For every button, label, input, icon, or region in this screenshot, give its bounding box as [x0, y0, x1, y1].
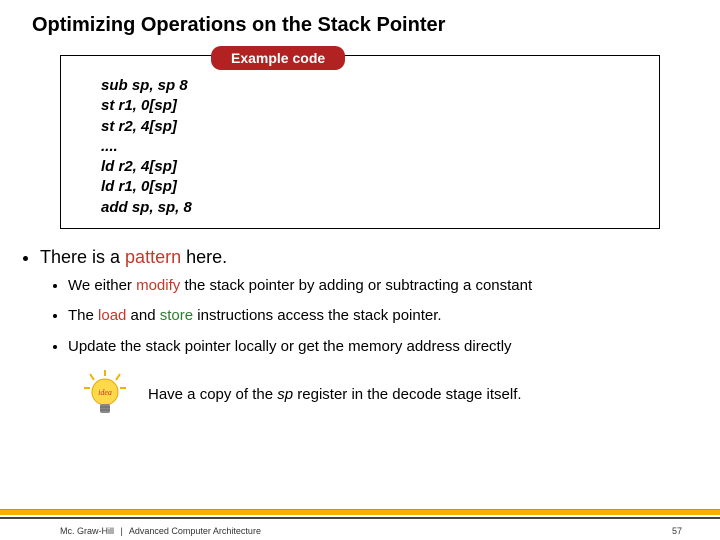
- text: We either: [68, 277, 136, 294]
- text: The: [68, 307, 98, 324]
- highlight-load: load: [98, 307, 126, 324]
- example-code-box: Example code sub sp, sp 8 st r1, 0[sp] s…: [60, 55, 660, 229]
- bullet-list: There is a pattern here. We either modif…: [30, 247, 720, 357]
- text: instructions access the stack pointer.: [193, 307, 441, 324]
- lightbulb-idea-icon: idea: [80, 370, 130, 418]
- footer-divider: [0, 517, 720, 519]
- svg-text:idea: idea: [98, 388, 112, 397]
- highlight-modify: modify: [136, 277, 180, 294]
- text: Have a copy of the: [148, 386, 277, 403]
- idea-row: idea Have a copy of the sp register in t…: [80, 370, 720, 418]
- publisher: Mc. Graw-Hill: [60, 526, 114, 536]
- text: the stack pointer by adding or subtracti…: [180, 277, 532, 294]
- example-code-label: Example code: [211, 46, 345, 70]
- footer-text: Mc. Graw-Hill | Advanced Computer Archit…: [60, 526, 261, 536]
- page-number: 57: [672, 526, 682, 536]
- book-title: Advanced Computer Architecture: [129, 526, 261, 536]
- separator: |: [121, 526, 123, 536]
- sub-bullet-1: We either modify the stack pointer by ad…: [68, 276, 720, 296]
- text: There is a: [40, 247, 125, 267]
- main-bullet: There is a pattern here. We either modif…: [40, 247, 720, 357]
- sub-bullet-3: Update the stack pointer locally or get …: [68, 337, 720, 357]
- text: here.: [181, 247, 227, 267]
- sub-bullet-list: We either modify the stack pointer by ad…: [68, 276, 720, 357]
- sub-bullet-2: The load and store instructions access t…: [68, 306, 720, 326]
- highlight-store: store: [160, 307, 193, 324]
- highlight-pattern: pattern: [125, 247, 181, 267]
- slide-title: Optimizing Operations on the Stack Point…: [0, 0, 720, 37]
- text: register in the decode stage itself.: [293, 386, 521, 403]
- footer-accent-bar: [0, 509, 720, 515]
- idea-text: Have a copy of the sp register in the de…: [148, 386, 522, 403]
- example-code-text: sub sp, sp 8 st r1, 0[sp] st r2, 4[sp] .…: [101, 76, 659, 218]
- text: and: [126, 307, 159, 324]
- sp-register: sp: [277, 386, 293, 403]
